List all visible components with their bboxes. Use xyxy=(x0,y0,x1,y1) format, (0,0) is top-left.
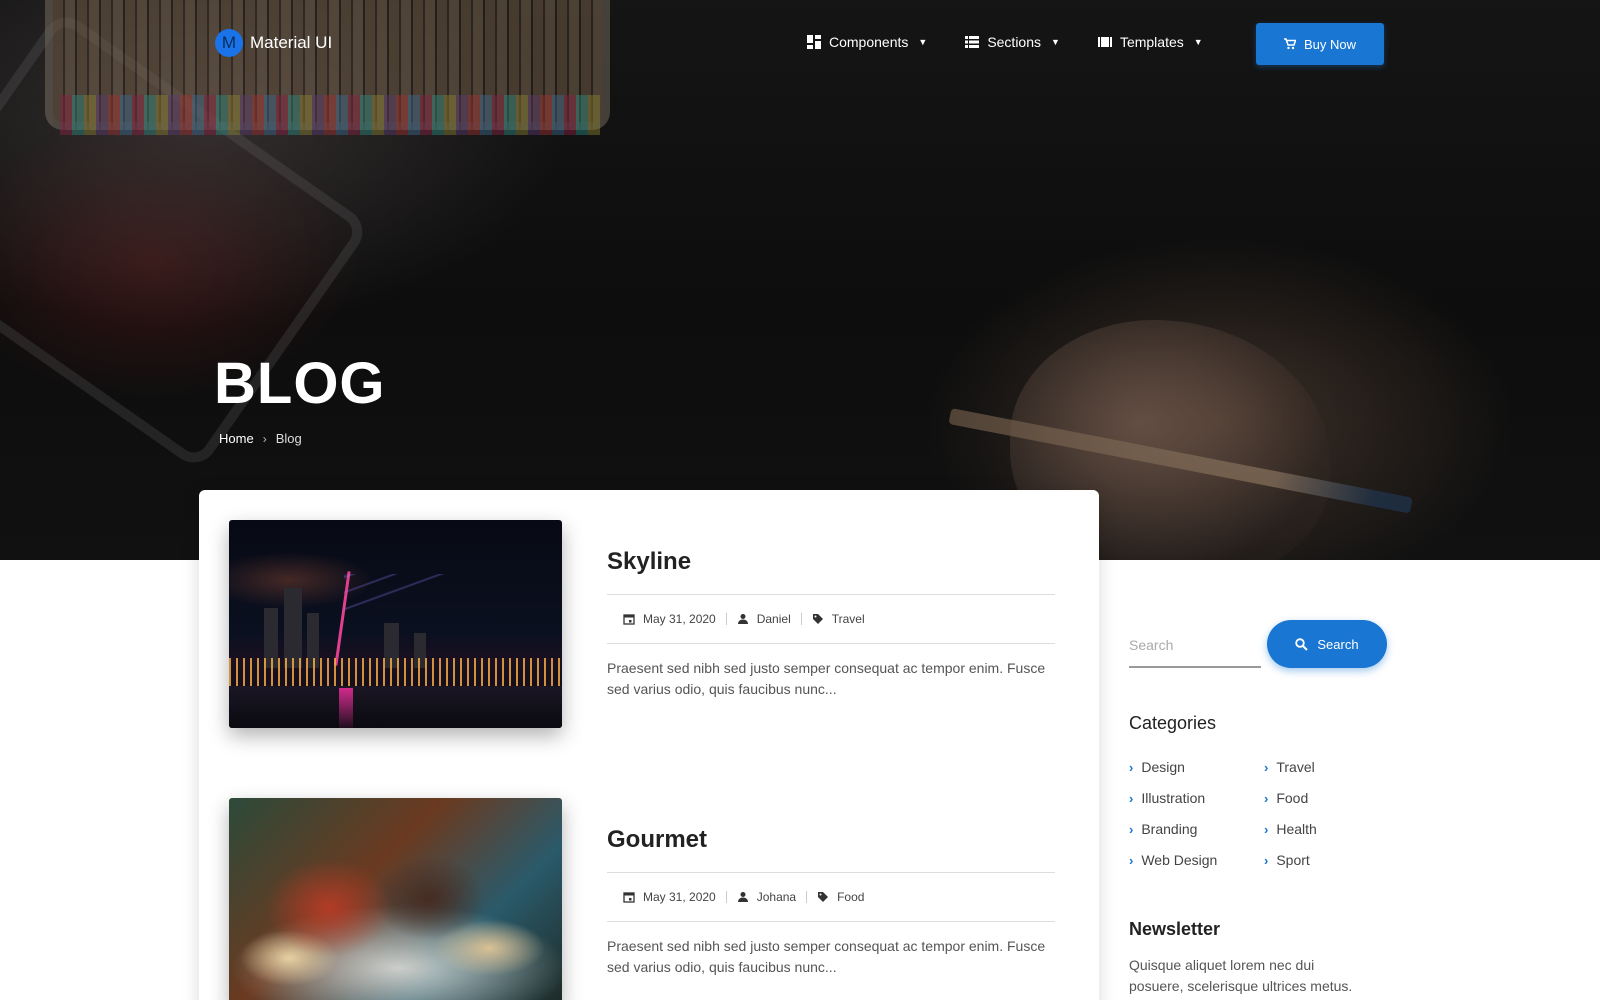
category-label: Sport xyxy=(1276,852,1310,868)
post-date-text: May 31, 2020 xyxy=(643,612,716,626)
post-meta: May 31, 2020 Daniel Travel xyxy=(607,594,1055,644)
post-meta: May 31, 2020 Johana Food xyxy=(607,872,1055,922)
buy-now-label: Buy Now xyxy=(1303,36,1357,52)
chevron-right-icon: › xyxy=(1129,759,1134,775)
water xyxy=(229,686,562,728)
post-author[interactable]: Johana xyxy=(737,890,796,904)
tag-icon xyxy=(818,892,829,902)
post-date: May 31, 2020 xyxy=(623,612,716,626)
blog-post: Skyline May 31, 2020 Daniel Travel Praes… xyxy=(229,520,1069,760)
nav-item-sections[interactable]: Sections ▼ xyxy=(965,34,1060,50)
blog-post: Gourmet May 31, 2020 Johana Food Praesen… xyxy=(229,798,1069,1000)
nav-label-sections: Sections xyxy=(987,34,1042,50)
post-image-gourmet[interactable] xyxy=(229,798,562,1000)
meta-divider xyxy=(725,613,727,625)
brand-name: Material UI xyxy=(250,33,333,52)
category-item[interactable]: › Design xyxy=(1129,758,1264,776)
list-icon xyxy=(965,36,980,48)
category-item[interactable]: › Sport xyxy=(1264,851,1369,869)
post-author-text: Daniel xyxy=(756,612,791,626)
search-input[interactable] xyxy=(1129,624,1261,668)
dashboard-icon xyxy=(807,35,821,49)
meta-divider xyxy=(725,891,727,903)
tag-icon xyxy=(812,614,823,624)
meta-divider xyxy=(806,891,808,903)
category-item[interactable]: › Illustration xyxy=(1129,789,1264,807)
category-label: Design xyxy=(1141,759,1185,775)
person-icon xyxy=(737,892,748,902)
view-columns-icon xyxy=(1097,37,1112,47)
category-label: Illustration xyxy=(1141,790,1206,806)
post-author[interactable]: Daniel xyxy=(737,612,791,626)
post-image-skyline[interactable] xyxy=(229,520,562,728)
chevron-down-icon: ▼ xyxy=(1193,37,1203,47)
category-item[interactable]: › Travel xyxy=(1264,758,1369,776)
bridge-cables xyxy=(344,574,554,666)
skyline-building xyxy=(284,588,302,668)
calendar-icon xyxy=(623,614,635,625)
cart-icon xyxy=(1283,38,1296,50)
nav-label-templates: Templates xyxy=(1119,34,1184,50)
chevron-right-icon: › xyxy=(1264,852,1269,868)
post-excerpt: Praesent sed nibh sed justo semper conse… xyxy=(607,660,1046,697)
city-lights xyxy=(229,658,562,688)
chevron-right-icon: › xyxy=(1129,821,1134,837)
brand-logo: M xyxy=(215,29,243,57)
post-category-text: Travel xyxy=(831,612,865,626)
nav-item-templates[interactable]: Templates ▼ xyxy=(1097,34,1203,50)
breadcrumb-current: Blog xyxy=(275,431,302,446)
category-label: Travel xyxy=(1276,759,1315,775)
calendar-icon xyxy=(623,892,635,903)
chevron-down-icon: ▼ xyxy=(1051,37,1060,47)
breadcrumb-home[interactable]: Home xyxy=(219,431,254,446)
nav-item-components[interactable]: Components ▼ xyxy=(807,34,927,50)
category-label: Web Design xyxy=(1141,852,1218,868)
category-item[interactable]: › Health xyxy=(1264,820,1369,838)
breadcrumb: Home › Blog xyxy=(219,431,302,446)
category-item[interactable]: › Branding xyxy=(1129,820,1264,838)
meta-divider xyxy=(800,613,802,625)
chevron-right-icon: › xyxy=(1264,821,1269,837)
post-excerpt: Praesent sed nibh sed justo semper conse… xyxy=(607,938,1046,975)
newsletter-text: Quisque aliquet lorem nec dui posuere, s… xyxy=(1129,957,1353,994)
post-category[interactable]: Food xyxy=(817,890,864,904)
newsletter-heading: Newsletter xyxy=(1129,919,1221,939)
chevron-right-icon: › xyxy=(1129,790,1134,806)
category-item[interactable]: › Food xyxy=(1264,789,1369,807)
nav-label-components: Components xyxy=(829,34,909,50)
post-category-text: Food xyxy=(837,890,865,904)
water-reflection xyxy=(339,688,353,728)
post-category[interactable]: Travel xyxy=(812,612,865,626)
post-title[interactable]: Gourmet xyxy=(607,826,707,854)
category-label: Food xyxy=(1276,790,1309,806)
post-title[interactable]: Skyline xyxy=(607,548,691,576)
brand[interactable]: M Material UI xyxy=(215,29,332,57)
main-nav: Components ▼ Sections ▼ Templates ▼ xyxy=(807,34,1203,50)
category-label: Health xyxy=(1276,821,1317,837)
search-button[interactable]: Search xyxy=(1267,620,1387,668)
post-date: May 31, 2020 xyxy=(623,890,716,904)
chevron-right-icon: › xyxy=(1264,759,1269,775)
chevron-down-icon: ▼ xyxy=(918,37,928,47)
post-date-text: May 31, 2020 xyxy=(643,890,716,904)
categories-heading: Categories xyxy=(1129,713,1217,733)
search-button-label: Search xyxy=(1317,636,1359,652)
page-title: BLOG xyxy=(214,351,386,416)
buy-now-button[interactable]: Buy Now xyxy=(1256,23,1384,65)
hero-banner xyxy=(0,0,1600,560)
category-list: › Design › Travel › Illustration › Food › Bra… xyxy=(1129,758,1369,869)
search-icon xyxy=(1295,637,1309,651)
category-label: Branding xyxy=(1141,821,1198,837)
person-icon xyxy=(737,614,748,624)
category-item[interactable]: › Web Design xyxy=(1129,851,1264,869)
chevron-right-icon: › xyxy=(262,431,267,446)
post-author-text: Johana xyxy=(756,890,797,904)
blog-posts-card: Skyline May 31, 2020 Daniel Travel Praes… xyxy=(199,490,1099,1000)
chevron-right-icon: › xyxy=(1264,790,1269,806)
chevron-right-icon: › xyxy=(1129,852,1134,868)
hero-photo-pencils xyxy=(60,95,600,135)
